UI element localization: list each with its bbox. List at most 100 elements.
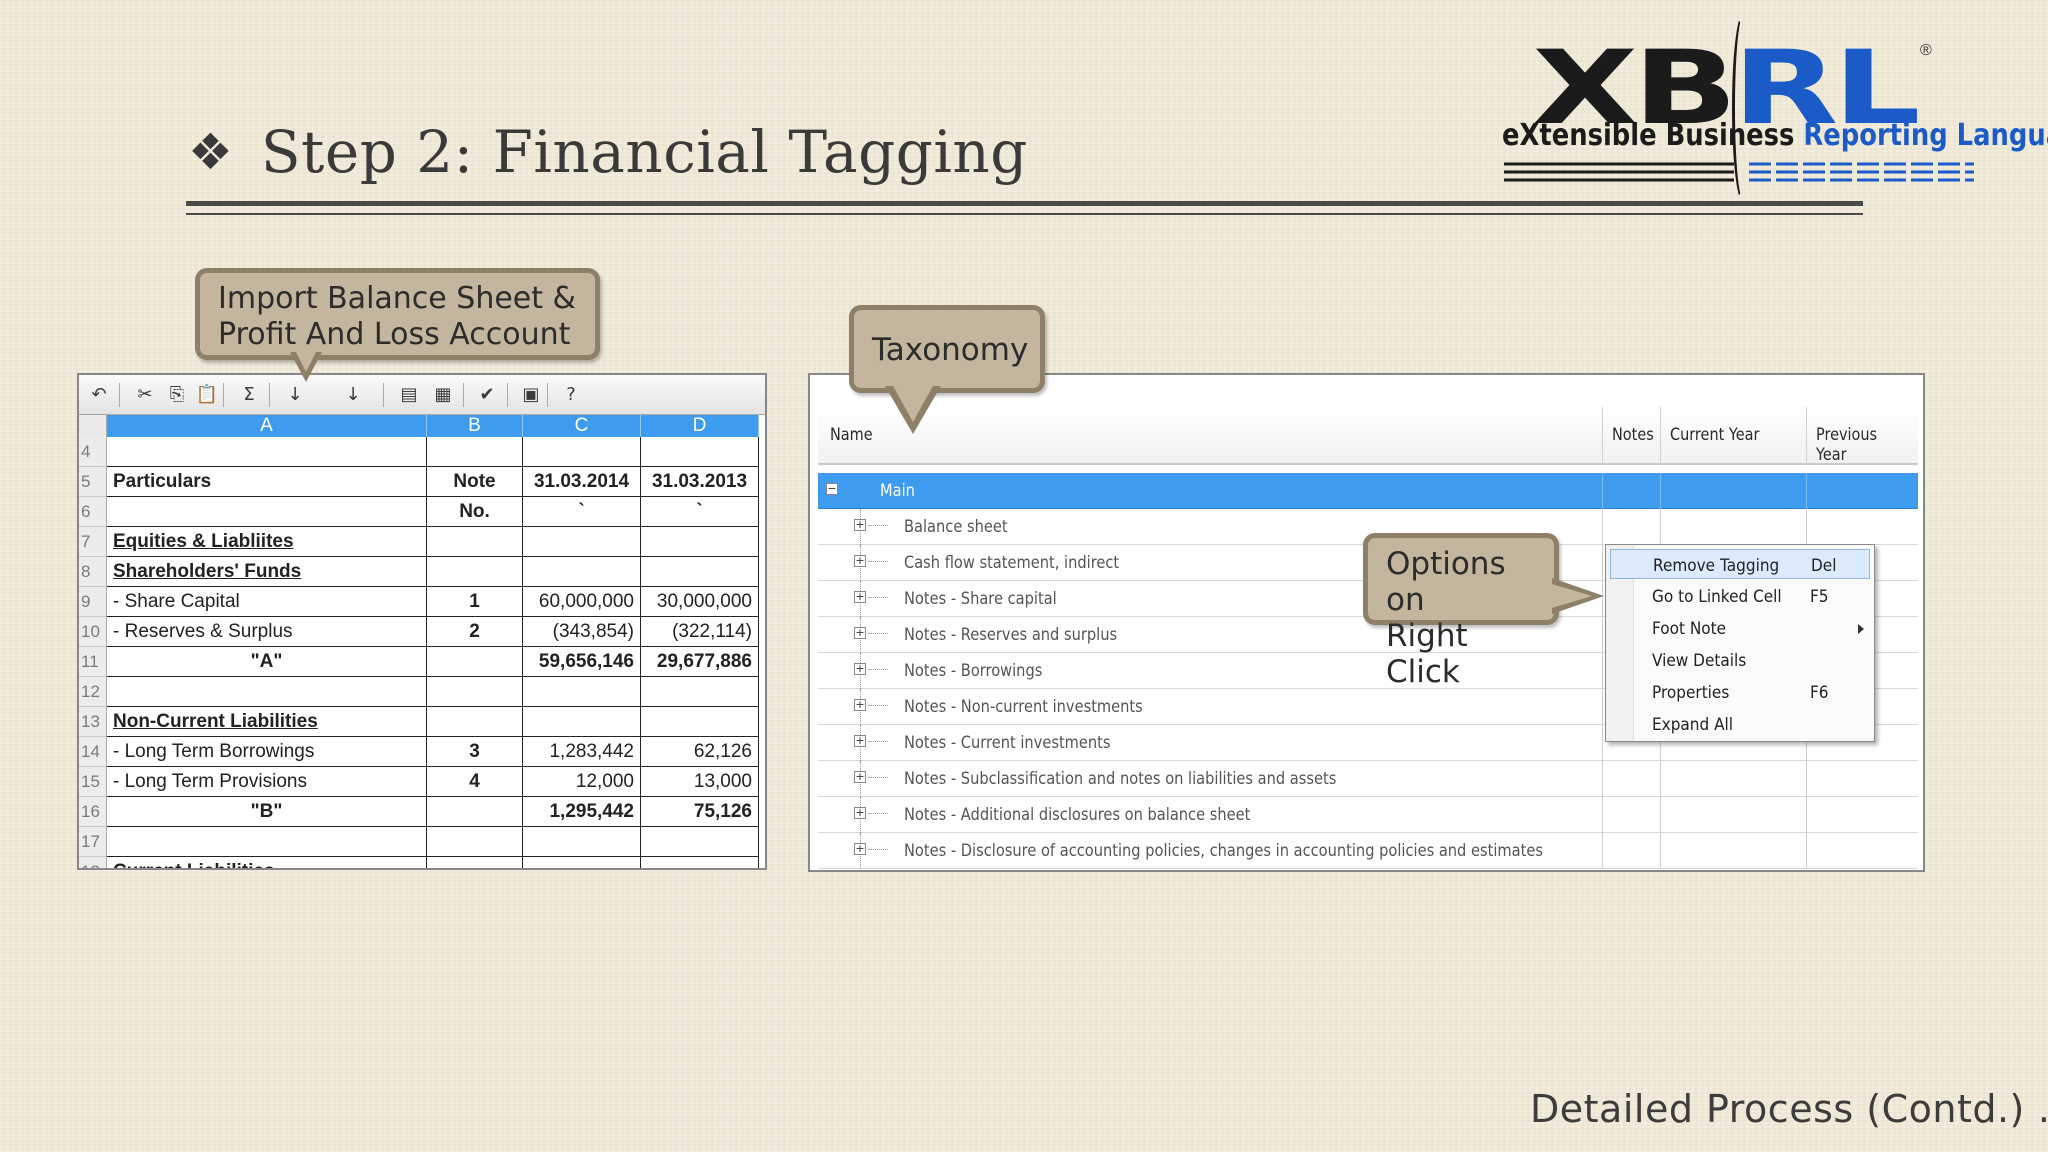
- cell-b[interactable]: 3: [427, 737, 523, 767]
- cell-c[interactable]: 59,656,146: [523, 647, 641, 677]
- cell-d[interactable]: 75,126: [641, 797, 759, 827]
- cell-b[interactable]: [427, 557, 523, 587]
- cell-b[interactable]: [427, 707, 523, 737]
- column-header-d[interactable]: D: [641, 415, 759, 437]
- expand-icon[interactable]: +: [854, 807, 866, 819]
- cell-a[interactable]: [107, 827, 427, 857]
- cell-c[interactable]: 1,283,442: [523, 737, 641, 767]
- cell-a[interactable]: [107, 497, 427, 527]
- cell-b[interactable]: 4: [427, 767, 523, 797]
- row-number[interactable]: 6: [79, 497, 107, 527]
- cell-c[interactable]: 60,000,000: [523, 587, 641, 617]
- cell-d[interactable]: [641, 677, 759, 707]
- cell-a[interactable]: - Share Capital: [107, 587, 427, 617]
- cell-d[interactable]: 30,000,000: [641, 587, 759, 617]
- cell-a[interactable]: Particulars: [107, 467, 427, 497]
- tree-node[interactable]: + Notes - Subclassification and notes on …: [818, 761, 1918, 797]
- row-number[interactable]: 11: [79, 647, 107, 677]
- expand-icon[interactable]: +: [854, 699, 866, 711]
- menu-item-expand-all[interactable]: Expand All: [1610, 709, 1870, 739]
- column-header-c[interactable]: C: [523, 415, 641, 437]
- cell-a[interactable]: "A": [107, 647, 427, 677]
- row-number[interactable]: 7: [79, 527, 107, 557]
- expand-icon[interactable]: +: [854, 735, 866, 747]
- tree-node-main[interactable]: − Main: [818, 473, 1918, 509]
- menu-item-view-details[interactable]: View Details: [1610, 645, 1870, 675]
- sort-desc-icon[interactable]: ↓: [341, 383, 365, 407]
- cell-a[interactable]: Non-Current Liabilities: [107, 707, 427, 737]
- menu-item-go-to-linked-cell[interactable]: Go to Linked Cell F5: [1610, 581, 1870, 611]
- cell-d[interactable]: `: [641, 497, 759, 527]
- sort-asc-icon[interactable]: ↓: [283, 383, 307, 407]
- expand-icon[interactable]: +: [854, 843, 866, 855]
- cell-a[interactable]: - Long Term Provisions: [107, 767, 427, 797]
- cell-d[interactable]: [641, 707, 759, 737]
- cell-c[interactable]: [523, 707, 641, 737]
- cell-b[interactable]: [427, 677, 523, 707]
- cell-d[interactable]: [641, 557, 759, 587]
- expand-icon[interactable]: +: [854, 591, 866, 603]
- header-previous-year[interactable]: Previous Year: [1816, 425, 1903, 465]
- cell-c[interactable]: (343,854): [523, 617, 641, 647]
- cell-b[interactable]: [427, 827, 523, 857]
- cell-c[interactable]: [523, 527, 641, 557]
- column-header-b[interactable]: B: [427, 415, 523, 437]
- menu-item-properties[interactable]: Properties F6: [1610, 677, 1870, 707]
- cell-b[interactable]: [427, 527, 523, 557]
- cell-b[interactable]: [427, 647, 523, 677]
- cell-c[interactable]: [523, 827, 641, 857]
- cell-b[interactable]: [427, 437, 523, 467]
- cell-a[interactable]: "B": [107, 797, 427, 827]
- tree-node[interactable]: + Notes - Disclosure of accounting polici…: [818, 833, 1918, 869]
- cell-d[interactable]: [641, 437, 759, 467]
- row-number[interactable]: 4: [79, 437, 107, 467]
- cell-d[interactable]: [641, 857, 759, 868]
- header-current-year[interactable]: Current Year: [1670, 425, 1759, 445]
- copy-icon[interactable]: ⎘: [165, 383, 189, 407]
- row-number[interactable]: 15: [79, 767, 107, 797]
- menu-item-remove-tagging[interactable]: Remove Tagging Del: [1610, 549, 1870, 579]
- format-icon[interactable]: ▦: [431, 383, 455, 407]
- cell-b[interactable]: 1: [427, 587, 523, 617]
- menu-item-foot-note[interactable]: Foot Note: [1610, 613, 1870, 643]
- filter-icon[interactable]: ▤: [397, 383, 421, 407]
- row-number[interactable]: 18: [79, 857, 107, 868]
- sum-icon[interactable]: Σ: [237, 383, 261, 407]
- cell-a[interactable]: [107, 677, 427, 707]
- cell-c[interactable]: 12,000: [523, 767, 641, 797]
- header-name[interactable]: Name: [830, 425, 873, 445]
- collapse-icon[interactable]: −: [826, 483, 838, 495]
- calendar-icon[interactable]: ▣: [519, 383, 543, 407]
- cell-b[interactable]: No.: [427, 497, 523, 527]
- cell-c[interactable]: [523, 437, 641, 467]
- undo-icon[interactable]: ↶: [87, 383, 111, 407]
- row-number[interactable]: 8: [79, 557, 107, 587]
- row-number[interactable]: 14: [79, 737, 107, 767]
- cell-a[interactable]: Current Liabilities: [107, 857, 427, 868]
- cell-d[interactable]: 62,126: [641, 737, 759, 767]
- cell-c[interactable]: [523, 857, 641, 868]
- help-icon[interactable]: ?: [559, 383, 583, 407]
- cell-b[interactable]: [427, 857, 523, 868]
- cell-c[interactable]: 31.03.2014: [523, 467, 641, 497]
- cell-a[interactable]: Shareholders' Funds: [107, 557, 427, 587]
- cell-c[interactable]: [523, 677, 641, 707]
- row-number[interactable]: 13: [79, 707, 107, 737]
- cell-d[interactable]: [641, 827, 759, 857]
- export-excel-icon[interactable]: ✔: [475, 383, 499, 407]
- cell-d[interactable]: 29,677,886: [641, 647, 759, 677]
- expand-icon[interactable]: +: [854, 627, 866, 639]
- tree-node[interactable]: + Notes - Additional disclosures on balan…: [818, 797, 1918, 833]
- row-number[interactable]: 12: [79, 677, 107, 707]
- cut-icon[interactable]: ✂: [133, 383, 157, 407]
- cell-d[interactable]: 13,000: [641, 767, 759, 797]
- header-notes[interactable]: Notes: [1612, 425, 1654, 445]
- row-number[interactable]: 10: [79, 617, 107, 647]
- row-number[interactable]: 9: [79, 587, 107, 617]
- cell-c[interactable]: 1,295,442: [523, 797, 641, 827]
- expand-icon[interactable]: +: [854, 771, 866, 783]
- cell-d[interactable]: [641, 527, 759, 557]
- column-header-a[interactable]: A: [107, 415, 427, 437]
- cell-a[interactable]: - Long Term Borrowings: [107, 737, 427, 767]
- paste-icon[interactable]: 📋: [195, 383, 219, 407]
